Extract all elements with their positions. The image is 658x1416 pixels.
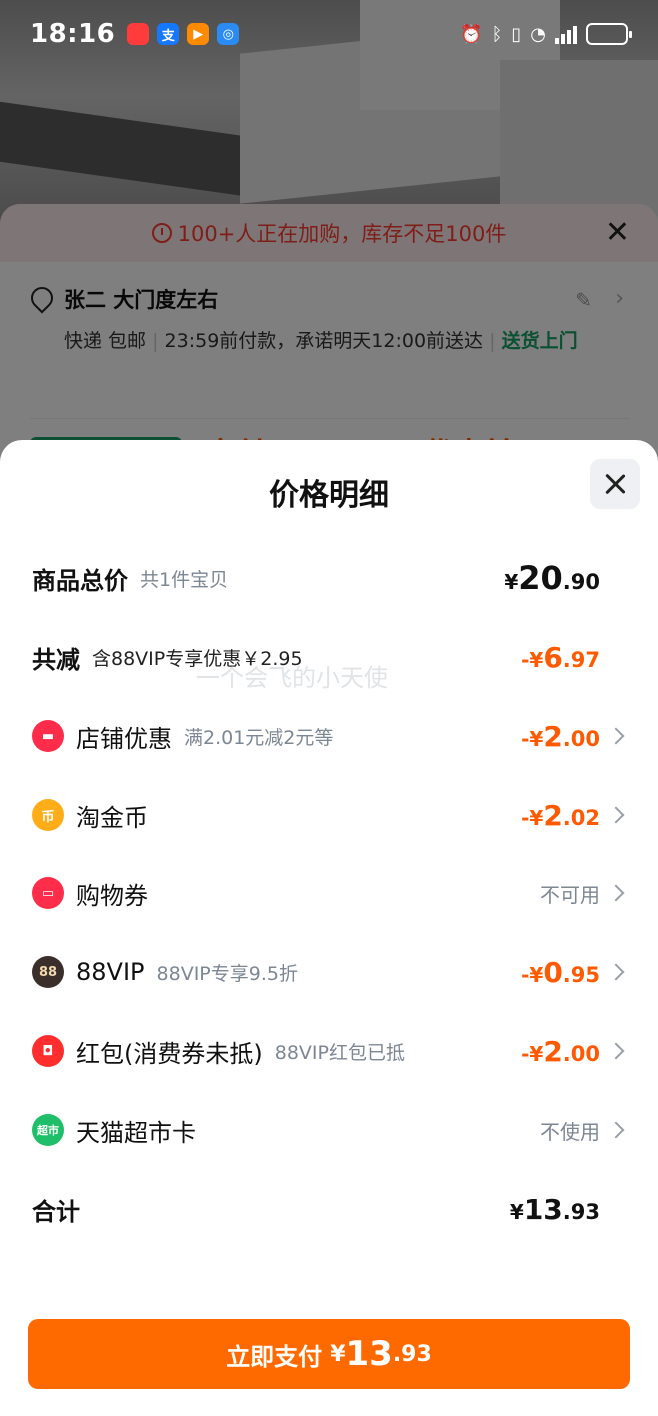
price-detail-sheet: 价格明细 一个会飞的小天使 商品总价 共1件宝贝 ¥20.90 共减 含88VI… [0,440,658,1416]
watermark: 一个会飞的小天使 [196,664,388,692]
close-button[interactable] [590,459,640,509]
row-taojinbi[interactable]: 币 淘金币 -¥ 2.02 [32,790,625,840]
system-icons: ⏰ ᛒ ▯ ◔ [460,23,632,45]
notification-apps: 支 ▶ ◎ [127,23,240,45]
tmall-supermarket-icon: 超市 [32,1114,64,1146]
battery-icon [586,23,632,45]
alarm-icon: ⏰ [460,23,483,45]
alipay-icon: 支 [157,23,180,45]
chevron-right-icon [607,727,625,745]
row-red-packet[interactable]: ◘ 红包(消费券未抵) 88VIP红包已抵 -¥ 2.00 [32,1026,625,1076]
chevron-right-icon [607,963,625,981]
vibrate-icon: ▯ [511,23,522,45]
signal-icon [555,24,577,44]
red-app-icon [127,23,150,45]
play-app-icon: ▶ [187,23,210,45]
row-total-goods: 商品总价 共1件宝贝 ¥20.90 [32,559,600,597]
bluetooth-icon: ᛒ [491,23,503,45]
row-shopping-coupon[interactable]: ▭ 购物券 不可用 [32,868,625,918]
browser-app-icon: ◎ [217,23,240,45]
total-goods-amount: ¥20.90 [504,559,600,597]
close-icon [604,473,626,495]
pay-now-button[interactable]: 立即支付 ¥ 13 .93 [28,1319,630,1389]
chevron-right-icon [607,1121,625,1139]
sum-amount: ¥13.93 [509,1192,600,1226]
chevron-right-icon [607,1042,625,1060]
row-tmall-card[interactable]: 超市 天猫超市卡 不使用 [32,1105,625,1155]
chevron-right-icon [607,884,625,902]
wifi-icon: ◔ [530,23,546,45]
row-88vip[interactable]: 88 88VIP 88VIP专享9.5折 -¥ 0.95 [32,947,625,997]
reduce-amount: -¥ 6.97 [521,640,600,674]
row-shop-discount[interactable]: ▬ 店铺优惠 满2.01元减2元等 -¥ 2.00 [32,711,625,761]
shop-icon: ▬ [32,720,64,752]
coin-icon: 币 [32,799,64,831]
red-packet-icon: ◘ [32,1035,64,1067]
chevron-right-icon [607,806,625,824]
ticket-icon: ▭ [32,877,64,909]
vip-88-icon: 88 [32,956,64,988]
row-sum: 合计 ¥13.93 [32,1192,600,1226]
sheet-title: 价格明细 [269,478,389,513]
status-bar: 18:16 支 ▶ ◎ ⏰ ᛒ ▯ ◔ [0,0,658,68]
clock-time: 18:16 [30,19,116,49]
